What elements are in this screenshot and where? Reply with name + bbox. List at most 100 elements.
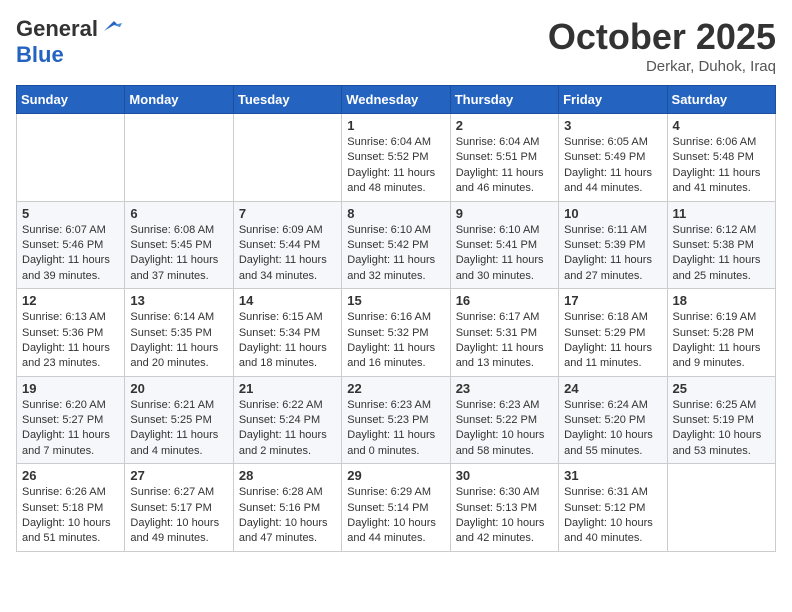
day-number: 14 bbox=[239, 293, 336, 308]
day-number: 9 bbox=[456, 206, 553, 221]
day-number: 3 bbox=[564, 118, 661, 133]
day-info: Sunrise: 6:12 AM Sunset: 5:38 PM Dayligh… bbox=[673, 223, 770, 285]
calendar-cell: 9 Sunrise: 6:10 AM Sunset: 5:41 PM Daylig… bbox=[450, 201, 558, 289]
day-number: 24 bbox=[564, 381, 661, 396]
day-number: 25 bbox=[673, 381, 770, 396]
logo: General Blue bbox=[16, 16, 122, 68]
day-number: 5 bbox=[22, 206, 119, 221]
day-info: Sunrise: 6:15 AM Sunset: 5:34 PM Dayligh… bbox=[239, 310, 336, 372]
calendar-cell: 15Sunrise: 6:16 AM Sunset: 5:32 PM Dayli… bbox=[342, 289, 450, 377]
day-number: 8 bbox=[347, 206, 444, 221]
page-header: General Blue October 2025 Derkar, Duhok,… bbox=[16, 16, 776, 75]
calendar-cell: 28 Sunrise: 6:28 AM Sunset: 5:16 PM Dayli… bbox=[233, 464, 341, 552]
day-number: 26 bbox=[22, 468, 119, 483]
day-info: Sunrise: 6:20 AM Sunset: 5:27 PM Dayligh… bbox=[22, 398, 119, 460]
calendar-cell: 12 Sunrise: 6:13 AM Sunset: 5:36 PM Dayli… bbox=[17, 289, 125, 377]
calendar-cell: 22 Sunrise: 6:23 AM Sunset: 5:23 PM Dayli… bbox=[342, 376, 450, 464]
day-info: Sunrise: 6:27 AM Sunset: 5:17 PM Dayligh… bbox=[130, 485, 227, 547]
day-number: 13 bbox=[130, 293, 227, 308]
day-info: Sunrise: 6:05 AM Sunset: 5:49 PM Dayligh… bbox=[564, 135, 661, 197]
calendar-week-row: 12 Sunrise: 6:13 AM Sunset: 5:36 PM Dayli… bbox=[17, 289, 776, 377]
day-number: 17 bbox=[564, 293, 661, 308]
day-info: Sunrise: 6:22 AM Sunset: 5:24 PM Dayligh… bbox=[239, 398, 336, 460]
calendar-table: SundayMondayTuesdayWednesdayThursdayFrid… bbox=[16, 85, 776, 552]
calendar-cell: 26 Sunrise: 6:26 AM Sunset: 5:18 PM Dayli… bbox=[17, 464, 125, 552]
day-info: Sunrise: 6:08 AM Sunset: 5:45 PM Dayligh… bbox=[130, 223, 227, 285]
day-info: Sunrise: 6:13 AM Sunset: 5:36 PM Dayligh… bbox=[22, 310, 119, 372]
day-info: Sunrise: 6:31 AM Sunset: 5:12 PM Dayligh… bbox=[564, 485, 661, 547]
day-info: Sunrise: 6:07 AM Sunset: 5:46 PM Dayligh… bbox=[22, 223, 119, 285]
calendar-cell: 8 Sunrise: 6:10 AM Sunset: 5:42 PM Daylig… bbox=[342, 201, 450, 289]
day-number: 30 bbox=[456, 468, 553, 483]
calendar-header-row: SundayMondayTuesdayWednesdayThursdayFrid… bbox=[17, 86, 776, 114]
calendar-cell: 21 Sunrise: 6:22 AM Sunset: 5:24 PM Dayli… bbox=[233, 376, 341, 464]
day-number: 19 bbox=[22, 381, 119, 396]
calendar-cell: 3 Sunrise: 6:05 AM Sunset: 5:49 PM Daylig… bbox=[559, 114, 667, 202]
day-info: Sunrise: 6:19 AM Sunset: 5:28 PM Dayligh… bbox=[673, 310, 770, 372]
calendar-week-row: 1 Sunrise: 6:04 AM Sunset: 5:52 PM Daylig… bbox=[17, 114, 776, 202]
day-info: Sunrise: 6:25 AM Sunset: 5:19 PM Dayligh… bbox=[673, 398, 770, 460]
calendar-cell: 17 Sunrise: 6:18 AM Sunset: 5:29 PM Dayli… bbox=[559, 289, 667, 377]
day-info: Sunrise: 6:23 AM Sunset: 5:23 PM Dayligh… bbox=[347, 398, 444, 460]
day-info: Sunrise: 6:30 AM Sunset: 5:13 PM Dayligh… bbox=[456, 485, 553, 547]
location: Derkar, Duhok, Iraq bbox=[548, 58, 776, 75]
day-number: 23 bbox=[456, 381, 553, 396]
day-number: 21 bbox=[239, 381, 336, 396]
day-number: 6 bbox=[130, 206, 227, 221]
calendar-cell: 23 Sunrise: 6:23 AM Sunset: 5:22 PM Dayli… bbox=[450, 376, 558, 464]
day-info: Sunrise: 6:10 AM Sunset: 5:42 PM Dayligh… bbox=[347, 223, 444, 285]
day-number: 10 bbox=[564, 206, 661, 221]
day-info: Sunrise: 6:04 AM Sunset: 5:52 PM Dayligh… bbox=[347, 135, 444, 197]
calendar-cell bbox=[667, 464, 775, 552]
day-info: Sunrise: 6:16 AM Sunset: 5:32 PM Dayligh… bbox=[347, 310, 444, 372]
calendar-cell: 5 Sunrise: 6:07 AM Sunset: 5:46 PM Daylig… bbox=[17, 201, 125, 289]
title-block: October 2025 Derkar, Duhok, Iraq bbox=[548, 16, 776, 75]
day-info: Sunrise: 6:11 AM Sunset: 5:39 PM Dayligh… bbox=[564, 223, 661, 285]
calendar-week-row: 19 Sunrise: 6:20 AM Sunset: 5:27 PM Dayli… bbox=[17, 376, 776, 464]
day-number: 28 bbox=[239, 468, 336, 483]
calendar-week-row: 5 Sunrise: 6:07 AM Sunset: 5:46 PM Daylig… bbox=[17, 201, 776, 289]
day-info: Sunrise: 6:24 AM Sunset: 5:20 PM Dayligh… bbox=[564, 398, 661, 460]
day-number: 22 bbox=[347, 381, 444, 396]
calendar-cell: 10 Sunrise: 6:11 AM Sunset: 5:39 PM Dayli… bbox=[559, 201, 667, 289]
day-info: Sunrise: 6:18 AM Sunset: 5:29 PM Dayligh… bbox=[564, 310, 661, 372]
calendar-cell: 30 Sunrise: 6:30 AM Sunset: 5:13 PM Dayli… bbox=[450, 464, 558, 552]
day-info: Sunrise: 6:29 AM Sunset: 5:14 PM Dayligh… bbox=[347, 485, 444, 547]
day-number: 27 bbox=[130, 468, 227, 483]
day-number: 31 bbox=[564, 468, 661, 483]
calendar-cell: 18Sunrise: 6:19 AM Sunset: 5:28 PM Dayli… bbox=[667, 289, 775, 377]
day-info: Sunrise: 6:14 AM Sunset: 5:35 PM Dayligh… bbox=[130, 310, 227, 372]
day-info: Sunrise: 6:26 AM Sunset: 5:18 PM Dayligh… bbox=[22, 485, 119, 547]
calendar-cell: 16Sunrise: 6:17 AM Sunset: 5:31 PM Dayli… bbox=[450, 289, 558, 377]
calendar-cell: 29Sunrise: 6:29 AM Sunset: 5:14 PM Dayli… bbox=[342, 464, 450, 552]
logo-blue-text: Blue bbox=[16, 42, 64, 67]
day-number: 12 bbox=[22, 293, 119, 308]
calendar-cell: 27 Sunrise: 6:27 AM Sunset: 5:17 PM Dayli… bbox=[125, 464, 233, 552]
weekday-header: Thursday bbox=[450, 86, 558, 114]
day-info: Sunrise: 6:28 AM Sunset: 5:16 PM Dayligh… bbox=[239, 485, 336, 547]
day-number: 1 bbox=[347, 118, 444, 133]
day-number: 11 bbox=[673, 206, 770, 221]
calendar-cell: 31 Sunrise: 6:31 AM Sunset: 5:12 PM Dayli… bbox=[559, 464, 667, 552]
calendar-cell bbox=[125, 114, 233, 202]
calendar-week-row: 26 Sunrise: 6:26 AM Sunset: 5:18 PM Dayli… bbox=[17, 464, 776, 552]
logo-bird-icon bbox=[100, 19, 122, 35]
day-number: 2 bbox=[456, 118, 553, 133]
calendar-cell: 13 Sunrise: 6:14 AM Sunset: 5:35 PM Dayli… bbox=[125, 289, 233, 377]
day-info: Sunrise: 6:06 AM Sunset: 5:48 PM Dayligh… bbox=[673, 135, 770, 197]
day-info: Sunrise: 6:09 AM Sunset: 5:44 PM Dayligh… bbox=[239, 223, 336, 285]
weekday-header: Friday bbox=[559, 86, 667, 114]
day-info: Sunrise: 6:10 AM Sunset: 5:41 PM Dayligh… bbox=[456, 223, 553, 285]
day-info: Sunrise: 6:23 AM Sunset: 5:22 PM Dayligh… bbox=[456, 398, 553, 460]
calendar-cell: 24 Sunrise: 6:24 AM Sunset: 5:20 PM Dayli… bbox=[559, 376, 667, 464]
calendar-cell: 14 Sunrise: 6:15 AM Sunset: 5:34 PM Dayli… bbox=[233, 289, 341, 377]
weekday-header: Sunday bbox=[17, 86, 125, 114]
day-number: 4 bbox=[673, 118, 770, 133]
calendar-cell: 4 Sunrise: 6:06 AM Sunset: 5:48 PM Daylig… bbox=[667, 114, 775, 202]
calendar-cell: 7Sunrise: 6:09 AM Sunset: 5:44 PM Daylig… bbox=[233, 201, 341, 289]
calendar-cell: 2 Sunrise: 6:04 AM Sunset: 5:51 PM Daylig… bbox=[450, 114, 558, 202]
month-title: October 2025 bbox=[548, 16, 776, 58]
day-info: Sunrise: 6:04 AM Sunset: 5:51 PM Dayligh… bbox=[456, 135, 553, 197]
calendar-cell bbox=[17, 114, 125, 202]
calendar-cell: 1 Sunrise: 6:04 AM Sunset: 5:52 PM Daylig… bbox=[342, 114, 450, 202]
